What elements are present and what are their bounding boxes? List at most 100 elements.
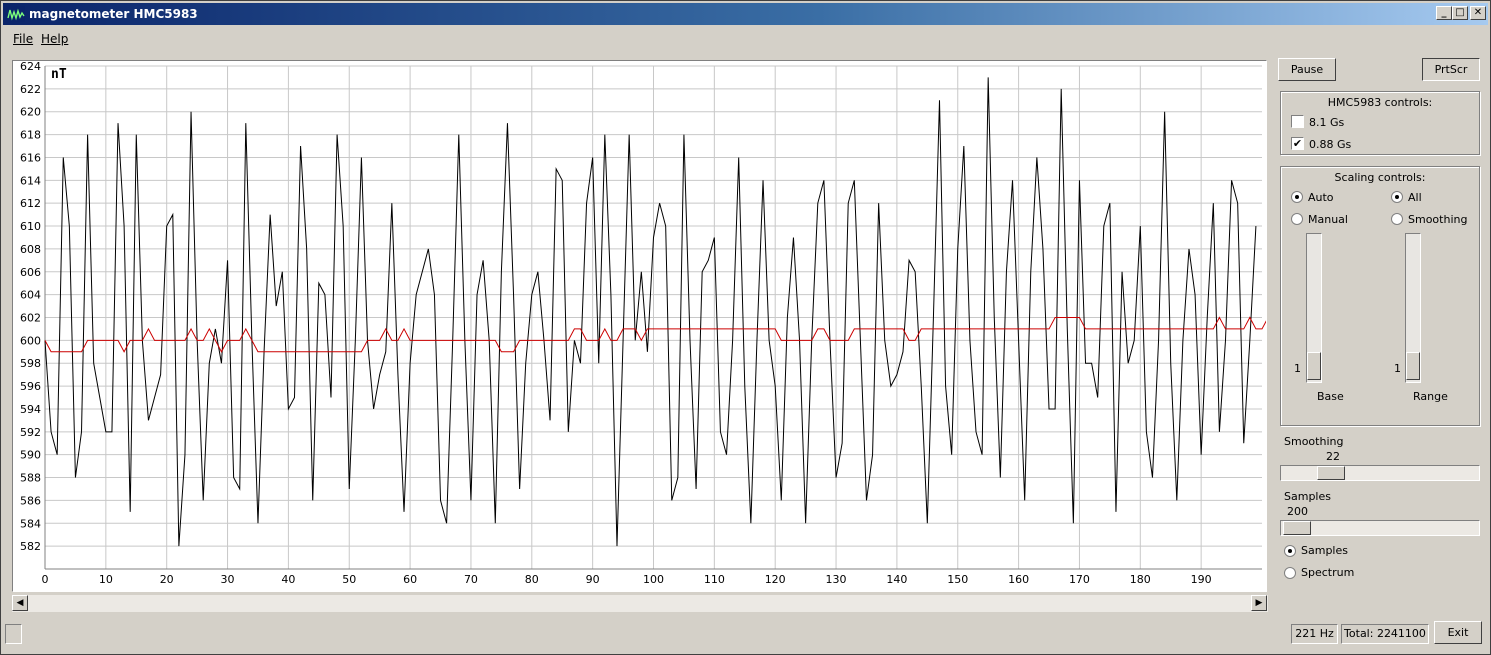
x-tick-label: 100 [643,573,664,586]
x-tick-label: 90 [586,573,600,586]
range-value: 1 [1394,362,1401,375]
prtscr-button[interactable]: PrtScr [1422,58,1480,81]
x-tick-label: 190 [1191,573,1212,586]
checkbox-0-88-gs-label: 0.88 Gs [1309,138,1352,151]
app-window: magnetometer HMC5983 _ □ ✕ File Help 582… [0,0,1491,655]
x-tick-label: 70 [464,573,478,586]
x-tick-label: 130 [826,573,847,586]
range-slider-thumb[interactable] [1406,352,1420,380]
menu-help[interactable]: Help [41,32,68,46]
radio-manual[interactable] [1291,213,1303,225]
horizontal-scrollbar[interactable]: ◀ ▶ [12,595,1268,612]
scroll-left-arrow-icon[interactable]: ◀ [12,595,28,611]
total-count: Total: 2241100 [1341,624,1429,644]
x-tick-label: 150 [947,573,968,586]
radio-smoothing[interactable] [1391,213,1403,225]
maximize-button[interactable]: □ [1452,6,1468,20]
range-label: Range [1413,390,1448,403]
checkbox-0-88-gs[interactable]: ✔ [1291,137,1304,150]
range-slider[interactable] [1405,233,1421,383]
base-slider[interactable] [1306,233,1322,383]
checkbox-8-1-gs[interactable] [1291,115,1304,128]
hmc-controls-title: HMC5983 controls: [1327,96,1433,109]
samples-slider-thumb[interactable] [1283,521,1311,535]
hmc-controls-group: HMC5983 controls: 8.1 Gs ✔ 0.88 Gs [1280,91,1480,155]
radio-view-samples[interactable] [1284,545,1296,557]
y-tick-label: 610 [20,220,41,233]
x-tick-label: 110 [704,573,725,586]
smoothing-value: 22 [1326,450,1340,463]
minimize-button[interactable]: _ [1436,6,1452,20]
radio-view-spectrum-label: Spectrum [1301,566,1355,579]
x-tick-label: 140 [886,573,907,586]
menu-bar: File Help [3,28,1488,50]
samples-slider[interactable] [1280,520,1480,536]
y-tick-label: 624 [20,61,41,73]
plot-canvas: 5825845865885905925945965986006026046066… [20,61,1266,586]
pause-button[interactable]: Pause [1278,58,1336,81]
y-tick-label: 586 [20,494,41,507]
y-tick-label: 588 [20,472,41,485]
unit-label: nT [51,67,67,82]
x-tick-label: 10 [99,573,113,586]
radio-all-label: All [1408,191,1422,204]
smoothed-series-line [44,316,1266,353]
base-value: 1 [1294,362,1301,375]
radio-smoothing-label: Smoothing [1408,213,1468,226]
x-tick-label: 40 [281,573,295,586]
y-tick-label: 598 [20,357,41,370]
x-tick-label: 120 [765,573,786,586]
y-tick-label: 596 [20,380,41,393]
x-tick-label: 50 [342,573,356,586]
waveform-app-icon [7,6,25,22]
menu-file-label: File [13,32,34,46]
close-button[interactable]: ✕ [1470,6,1486,20]
y-tick-label: 614 [20,174,41,187]
radio-view-samples-label: Samples [1301,544,1348,557]
y-tick-label: 616 [20,151,41,164]
scaling-controls-group: Scaling controls: Auto All Manual Smooth… [1280,166,1480,426]
y-tick-label: 594 [20,403,41,416]
base-slider-thumb[interactable] [1307,352,1321,380]
menu-help-label: Help [41,32,69,46]
magnetometer-plot[interactable]: 582 584 586 588 590 592 594 596 598 600 602 604 606 6… [12,60,1267,592]
menu-file[interactable]: File [13,32,33,46]
x-tick-label: 170 [1069,573,1090,586]
exit-button[interactable]: Exit [1434,621,1482,644]
raw-series-line [44,77,1257,547]
y-tick-label: 584 [20,517,41,530]
x-tick-label: 180 [1130,573,1151,586]
x-tick-label: 0 [42,573,49,586]
y-tick-label: 582 [20,540,41,553]
samples-value: 200 [1287,505,1308,518]
radio-auto[interactable] [1291,191,1303,203]
y-tick-label: 622 [20,83,41,96]
x-tick-label: 20 [160,573,174,586]
smoothing-label: Smoothing [1284,435,1344,448]
y-tick-label: 612 [20,197,41,210]
samples-label: Samples [1284,490,1331,503]
radio-all[interactable] [1391,191,1403,203]
x-tick-label: 160 [1008,573,1029,586]
y-tick-label: 602 [20,312,41,325]
status-indicator [5,624,22,644]
smoothing-slider[interactable] [1280,465,1480,481]
scroll-right-arrow-icon[interactable]: ▶ [1251,595,1267,611]
window-title: magnetometer HMC5983 [29,7,198,21]
base-label: Base [1317,390,1344,403]
y-tick-label: 608 [20,243,41,256]
y-tick-label: 600 [20,334,41,347]
checkbox-8-1-gs-label: 8.1 Gs [1309,116,1345,129]
y-tick-label: 606 [20,266,41,279]
smoothing-slider-thumb[interactable] [1317,466,1345,480]
y-tick-label: 592 [20,426,41,439]
scaling-controls-title: Scaling controls: [1334,171,1426,184]
x-tick-label: 80 [525,573,539,586]
title-bar[interactable]: magnetometer HMC5983 _ □ ✕ [3,3,1488,25]
x-tick-label: 60 [403,573,417,586]
x-tick-label: 30 [221,573,235,586]
radio-view-spectrum[interactable] [1284,567,1296,579]
y-tick-label: 618 [20,129,41,142]
y-tick-label: 620 [20,106,41,119]
y-tick-label: 590 [20,449,41,462]
